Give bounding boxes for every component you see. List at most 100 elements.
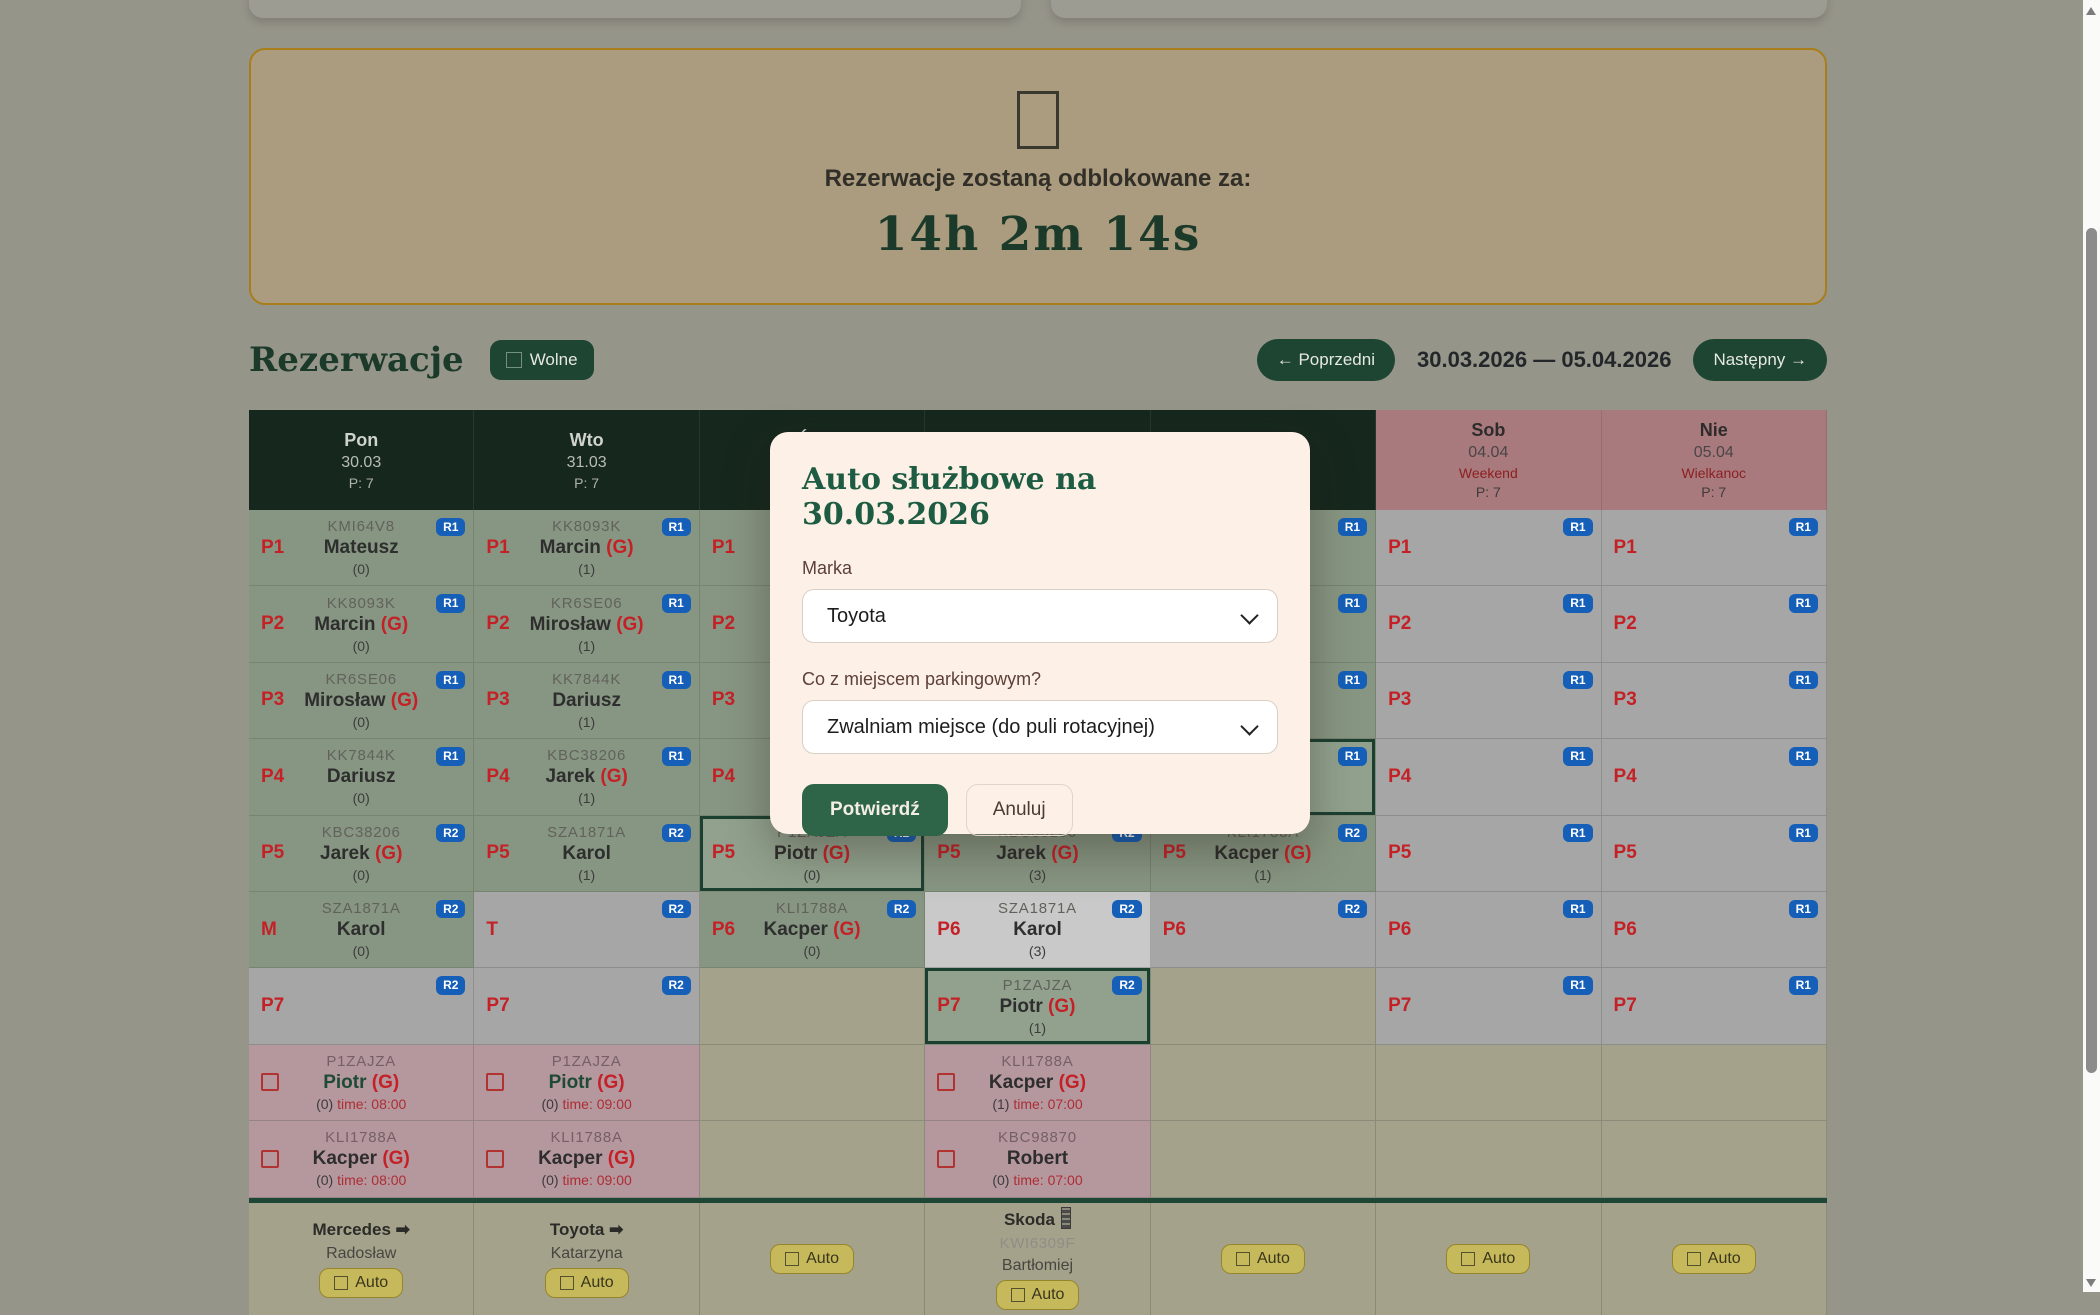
parking-cell[interactable]: P5R2KBC38206Jarek (G)(0) [249,816,474,892]
parking-cell[interactable]: MR2SZA1871AKarol(0) [249,892,474,968]
guest-mark: (G) [828,919,861,940]
parking-cell[interactable]: P1R1 [1376,510,1601,586]
person-name: Piotr (G) [474,1073,698,1093]
cell-content: KBC98870Robert(0) time: 07:00 [925,1129,1149,1188]
spot-label: P5 [1163,842,1186,864]
column-day: Nie [1700,420,1728,441]
parking-cell[interactable]: P5R2SZA1871AKarol(1) [474,816,699,892]
parking-cell[interactable] [1151,968,1376,1044]
car-row: Mercedes ➡RadosławAutoToyota ➡KatarzynaA… [249,1203,1827,1315]
calendar-icon [506,352,522,368]
parking-cell[interactable] [1602,1121,1827,1197]
parking-cell[interactable]: KLI1788AKacper (G)(0) time: 09:00 [474,1121,699,1197]
cell-content: KLI1788AKacper (G)(1) time: 07:00 [925,1053,1149,1112]
cancel-button[interactable]: Anuluj [966,784,1073,836]
spot-label: P1 [1614,537,1637,559]
parking-cell[interactable]: KLI1788AKacper (G)(0) time: 08:00 [249,1121,474,1197]
scroll-down-arrow-icon[interactable] [2086,1279,2096,1287]
parking-cell[interactable]: P7R2P1ZAJZAPiotr (G)(1) [925,968,1150,1044]
count-line: (0) [249,714,473,730]
parking-cell[interactable]: P2R1 [1376,586,1601,662]
parking-cell[interactable] [1151,1045,1376,1121]
parking-cell[interactable]: P3R1KK7844KDariusz(1) [474,663,699,739]
parking-cell[interactable]: P5R1 [1376,816,1601,892]
auto-button[interactable]: Auto [545,1268,629,1298]
parking-cell[interactable] [700,968,925,1044]
parking-cell[interactable]: P2R1 [1602,586,1827,662]
parking-cell[interactable]: P2R1KR6SE06Mirosław (G)(1) [474,586,699,662]
parking-cell[interactable]: P6R2 [1151,892,1376,968]
modal-title: Auto służbowe na 30.03.2026 [802,462,1278,532]
parking-cell[interactable]: P2R1KK8093KMarcin (G)(0) [249,586,474,662]
parking-cell[interactable]: P1R1KK8093KMarcin (G)(1) [474,510,699,586]
parking-cell[interactable] [700,1045,925,1121]
scrollbar[interactable] [2083,0,2100,1292]
guest-mark: (G) [817,843,850,864]
car-cell: Auto [1376,1203,1601,1315]
column-day: Pon [344,430,378,451]
column-header-sob: Sob04.04WeekendP: 7 [1376,410,1601,510]
parking-cell[interactable]: P7R2 [249,968,474,1044]
parking-cell[interactable] [700,1121,925,1197]
parking-cell[interactable]: P1ZAJZAPiotr (G)(0) time: 09:00 [474,1045,699,1121]
wolne-button[interactable]: Wolne [490,340,594,380]
auto-button[interactable]: Auto [770,1244,854,1274]
person-name: Karol [249,920,473,940]
auto-button[interactable]: Auto [1221,1244,1305,1274]
count-line: (1) time: 07:00 [925,1096,1149,1112]
auto-button[interactable]: Auto [1446,1244,1530,1274]
parking-cell[interactable]: P5R1 [1602,816,1827,892]
parking-cell[interactable]: P3R1KR6SE06Mirosław (G)(0) [249,663,474,739]
parking-cell[interactable] [1151,1121,1376,1197]
guest-mark: (G) [1279,843,1312,864]
parking-cell[interactable]: P3R1 [1602,663,1827,739]
parking-cell[interactable]: P4R1 [1376,739,1601,815]
parking-cell[interactable] [1376,1121,1601,1197]
next-week-button[interactable]: Następny → [1693,339,1827,381]
guest-mark: (G) [1053,1072,1086,1093]
auto-button-label: Auto [581,1274,614,1292]
rotation-badge: R1 [1789,976,1818,994]
auto-button[interactable]: Auto [319,1268,403,1298]
count-line: (0) time: 09:00 [474,1172,698,1188]
scrollbar-thumb[interactable] [2086,228,2097,1073]
parking-cell[interactable]: P1R1KMI64V8Mateusz(0) [249,510,474,586]
marka-select[interactable]: Toyota [802,589,1278,643]
rotation-badge: R1 [1563,747,1592,765]
rotation-badge: R2 [1112,976,1141,994]
car-name: Toyota ➡ [550,1220,623,1240]
parking-cell[interactable]: KLI1788AKacper (G)(1) time: 07:00 [925,1045,1150,1121]
parking-cell[interactable]: KBC98870Robert(0) time: 07:00 [925,1121,1150,1197]
parking-cell[interactable]: P7R1 [1602,968,1827,1044]
parking-cell[interactable]: P1ZAJZAPiotr (G)(0) time: 08:00 [249,1045,474,1121]
confirm-button[interactable]: Potwierdź [802,784,948,836]
column-parking-count: P: 7 [349,475,374,491]
parking-cell[interactable]: P6R1 [1602,892,1827,968]
parking-cell[interactable]: P7R2 [474,968,699,1044]
prev-week-button[interactable]: ← Poprzedni [1257,339,1395,381]
auto-button[interactable]: Auto [1672,1244,1756,1274]
parking-cell[interactable]: P4R1KBC38206Jarek (G)(1) [474,739,699,815]
car-icon [1687,1252,1701,1266]
plate-number: P1ZAJZA [474,1053,698,1070]
parking-cell[interactable]: TR2 [474,892,699,968]
parking-cell[interactable]: P6R2SZA1871AKarol(3) [925,892,1150,968]
parking-cell[interactable]: P4R1 [1602,739,1827,815]
parking-select[interactable]: Zwalniam miejsce (do puli rotacyjnej) [802,700,1278,754]
pending-icon [486,1150,504,1168]
parking-cell[interactable]: P7R1 [1376,968,1601,1044]
count-line: (0) time: 08:00 [249,1172,473,1188]
count-line: (1) [474,561,698,577]
column-day: Sob [1471,420,1505,441]
parking-cell[interactable]: P3R1 [1376,663,1601,739]
count-line: (1) [1151,867,1375,883]
parking-cell[interactable]: P6R2KLI1788AKacper (G)(0) [700,892,925,968]
parking-cell[interactable]: P1R1 [1602,510,1827,586]
parking-cell[interactable]: P6R1 [1376,892,1601,968]
auto-button[interactable]: Auto [996,1280,1080,1310]
parking-cell[interactable]: P4R1KK7844KDariusz(0) [249,739,474,815]
parking-cell[interactable] [1602,1045,1827,1121]
parking-cell[interactable] [1376,1045,1601,1121]
spot-label: P5 [937,842,960,864]
scroll-up-arrow-icon[interactable] [2086,7,2096,15]
